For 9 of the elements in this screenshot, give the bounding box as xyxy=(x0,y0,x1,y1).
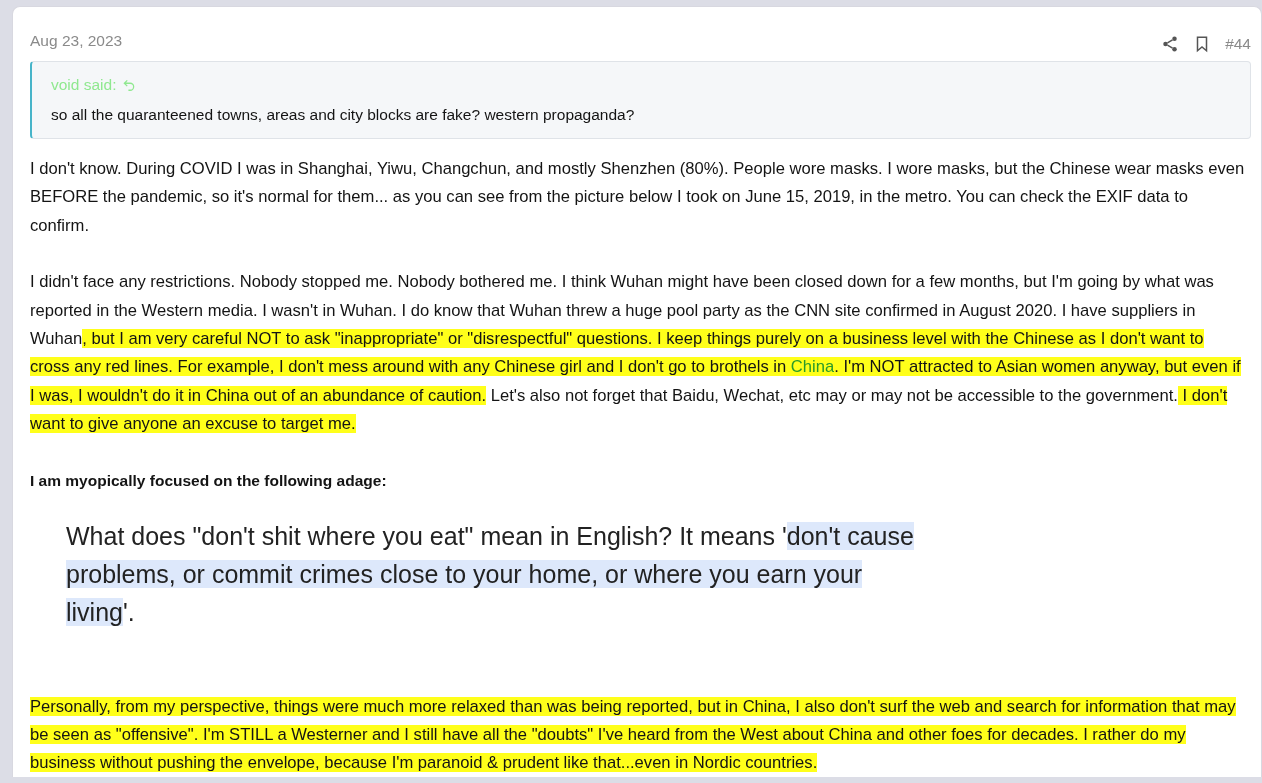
post-date: Aug 23, 2023 xyxy=(30,32,123,50)
paragraph: Personally, from my perspective, things were much more relaxed than was being reported, but in China, I also don't surf the web and search for information that may be seen as "offensive". I'm STILL a Westerner and I still have all the "doubts" I've heard from the West about China and other foes for decades. I rather do my business without pushing the envelope, because I'm paranoid & prudent like that...even in Nordic countries. xyxy=(30,695,1237,775)
quote-text: so all the quaranteened towns, areas and city blocks are fake? western propaganda? xyxy=(51,106,636,124)
paragraph: I don't know. During COVID I was in Shanghai, Yiwu, Changchun, and mostly Shenzhen (80%). People wore masks. I wore masks, but the Chinese wear masks even BEFORE the pandemic, so it's normal for them... as you can see from the picture below I took on June 15, 2019, in the metro. You can check the EXIF data to confirm. xyxy=(30,158,1246,237)
bold-paragraph: I am myopically focused on the following adage: xyxy=(30,470,388,491)
link[interactable]: China xyxy=(790,357,835,377)
post-number[interactable]: #44 xyxy=(1225,35,1251,53)
share-icon[interactable] xyxy=(1161,35,1180,53)
quoted-definition-image: What does "don't shit where you eat" mean in English? It means 'don't cause problems, or commit crimes close to your home, or where you earn your living'. xyxy=(66,520,915,628)
